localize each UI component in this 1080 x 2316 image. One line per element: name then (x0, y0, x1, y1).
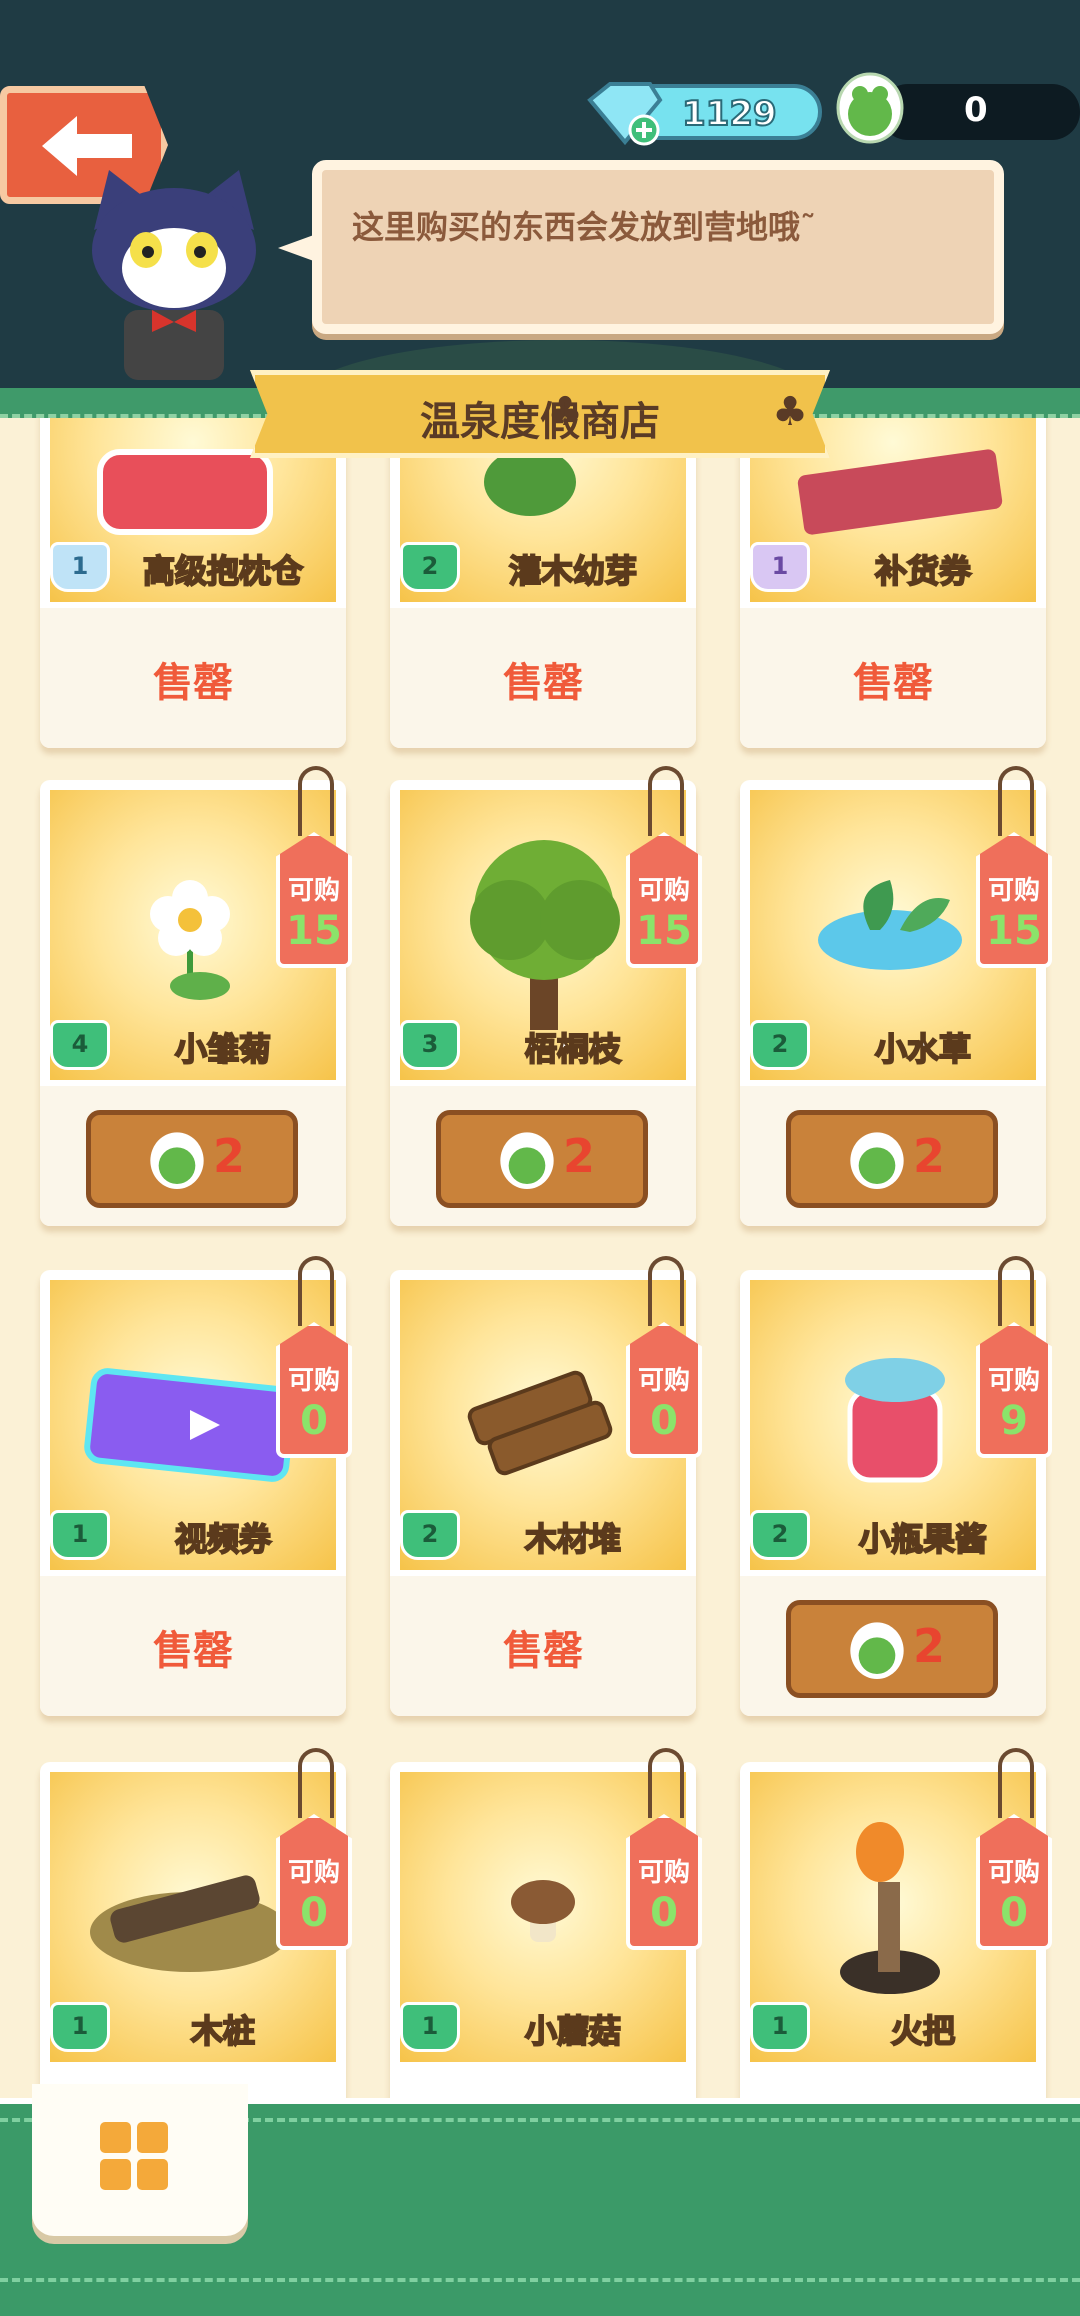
stock-tag: 可购 0 (276, 1814, 352, 1950)
shop-item-card[interactable]: 可购 0 1 小蘑菇 (390, 1748, 702, 2098)
stock-count: 0 (300, 1398, 328, 1444)
price-value: 2 (913, 1619, 946, 1673)
sold-out-label: 售罄 (153, 1628, 233, 1674)
stock-count: 15 (636, 908, 692, 954)
stock-count: 15 (286, 908, 342, 954)
stock-count: 15 (986, 908, 1042, 954)
shop-item-card[interactable]: 1 补货券 售罄 (740, 418, 1046, 748)
item-name: 小水草 (874, 1029, 972, 1069)
stock-tag: 可购 15 (626, 832, 702, 968)
stock-count: 9 (1000, 1398, 1028, 1444)
stock-count: 0 (650, 1398, 678, 1444)
item-name: 木桩 (190, 2011, 256, 2051)
item-name: 小瓶果酱 (858, 1519, 988, 1559)
item-name: 小雏菊 (174, 1029, 272, 1069)
buy-button[interactable]: 2 (86, 1110, 298, 1208)
price-value: 2 (563, 1129, 596, 1183)
frog-coin-icon (850, 1622, 904, 1679)
shop-title: 温泉度假商店 (420, 399, 660, 445)
stock-tag: 可购 15 (276, 832, 352, 968)
frog-coin-icon (850, 1132, 904, 1189)
sold-out-label: 售罄 (503, 1628, 583, 1674)
frog-coin-icon (500, 1132, 554, 1189)
stock-count: 0 (1000, 1890, 1028, 1936)
price-value: 2 (213, 1129, 246, 1183)
stock-count: 0 (300, 1890, 328, 1936)
stock-tag: 可购 0 (626, 1814, 702, 1950)
frog-coin-icon (150, 1132, 204, 1189)
shop-item-card[interactable]: 2 灌木幼芽 售罄 (390, 418, 696, 748)
shop-item-card[interactable]: 可购 15 2 小水草 2 (740, 766, 1052, 1226)
shop-item-card[interactable]: 可购 0 1 视频券 售罄 (40, 1256, 352, 1716)
stock-tag: 可购 0 (976, 1814, 1052, 1950)
sold-out-label: 售罄 (853, 660, 933, 706)
shop-item-card[interactable]: 1 高级抱枕仓 售罄 (40, 418, 346, 748)
shop-item-card[interactable]: 可购 15 3 梧桐枝 2 (390, 766, 702, 1226)
stock-tag: 可购 9 (976, 1322, 1052, 1458)
item-name: 补货券 (874, 551, 972, 591)
frog-coin-balance: 0 (880, 84, 1080, 140)
shopkeeper-speech-bubble: 这里购买的东西会发放到营地哦˜ (278, 160, 1004, 334)
stock-count: 0 (650, 1890, 678, 1936)
gem-count: 1129 (681, 93, 778, 135)
buy-button[interactable]: 2 (786, 1600, 998, 1698)
shop-item-card[interactable]: 可购 0 1 火把 (740, 1748, 1052, 2098)
frog-coin-icon (836, 72, 904, 144)
menu-grid-button[interactable] (32, 2084, 248, 2236)
shop-grid[interactable]: 1 高级抱枕仓 售罄 2 灌木幼芽 售罄 1 补货券 售罄 可购 15 4 小雏菊… (0, 418, 1080, 2098)
item-name: 小蘑菇 (524, 2011, 622, 2051)
shop-title-banner: ♣ 温泉度假商店 ♣ (250, 370, 830, 458)
frog-coin-count: 0 (964, 90, 988, 130)
grid-icon (100, 2122, 168, 2190)
item-name: 视频券 (174, 1519, 272, 1559)
speech-text: 这里购买的东西会发放到营地哦˜ (352, 208, 817, 246)
item-name: 火把 (890, 2011, 956, 2051)
item-name: 梧桐枝 (524, 1029, 622, 1069)
shop-item-card[interactable]: 可购 0 2 木材堆 售罄 (390, 1256, 702, 1716)
sold-out-label: 售罄 (503, 660, 583, 706)
cat-shopkeeper-avatar (92, 170, 256, 380)
stock-tag: 可购 0 (626, 1322, 702, 1458)
item-name: 高级抱枕仓 (142, 551, 304, 591)
buy-button[interactable]: 2 (786, 1110, 998, 1208)
shop-item-card[interactable]: 可购 0 1 木桩 (40, 1748, 352, 2098)
shop-item-card[interactable]: 可购 15 4 小雏菊 2 (40, 766, 352, 1226)
stock-tag: 可购 15 (976, 832, 1052, 968)
stock-tag: 可购 0 (276, 1322, 352, 1458)
gem-add-icon[interactable] (580, 78, 666, 148)
buy-button[interactable]: 2 (436, 1110, 648, 1208)
item-name: 木材堆 (524, 1519, 622, 1559)
shop-item-card[interactable]: 可购 9 2 小瓶果酱 2 (740, 1256, 1052, 1716)
price-value: 2 (913, 1129, 946, 1183)
sold-out-label: 售罄 (153, 660, 233, 706)
item-name: 灌木幼芽 (508, 551, 638, 591)
